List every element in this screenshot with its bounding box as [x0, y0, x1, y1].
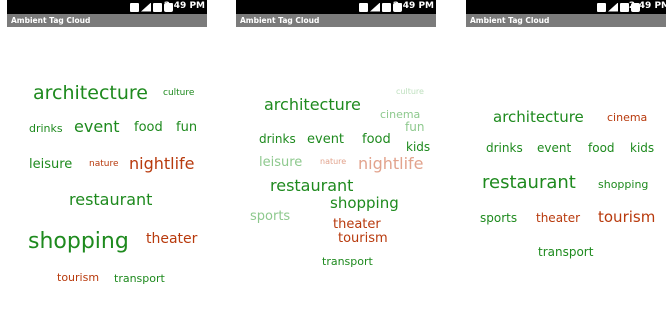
tag-transport[interactable]: transport: [538, 246, 593, 258]
tag-shopping[interactable]: shopping: [598, 179, 648, 190]
phone-screen-1: 2:49 PM Ambient Tag Cloud architecture c…: [7, 0, 207, 318]
tag-restaurant[interactable]: restaurant: [482, 174, 576, 192]
status-bar: 2:49 PM: [7, 0, 207, 14]
tag-culture[interactable]: culture: [396, 88, 424, 96]
tag-event[interactable]: event: [74, 119, 120, 135]
signal-icon: [370, 2, 380, 12]
tag-kids[interactable]: kids: [630, 142, 654, 154]
tag-sports[interactable]: sports: [480, 212, 517, 224]
tag-fun[interactable]: fun: [176, 121, 197, 134]
app-title: Ambient Tag Cloud: [466, 14, 666, 27]
tag-food[interactable]: food: [362, 133, 391, 146]
status-time: 2:49 PM: [392, 1, 434, 11]
tag-architecture[interactable]: architecture: [493, 110, 584, 125]
signal-icon: [141, 2, 151, 12]
network-icon: [620, 2, 629, 12]
signal-icon: [608, 2, 618, 12]
status-time: 2:49 PM: [628, 1, 666, 11]
tag-architecture[interactable]: architecture: [33, 84, 148, 103]
tag-restaurant[interactable]: restaurant: [270, 178, 353, 194]
tag-event[interactable]: event: [537, 142, 571, 154]
sync-icon: [597, 2, 606, 12]
tag-theater[interactable]: theater: [146, 232, 197, 246]
sync-icon: [359, 2, 368, 12]
tag-cloud: architecture culture drinks event food f…: [7, 27, 207, 318]
tag-drinks[interactable]: drinks: [29, 123, 63, 134]
status-time: 2:49 PM: [163, 1, 205, 11]
tag-architecture[interactable]: architecture: [264, 97, 361, 113]
tag-transport[interactable]: transport: [114, 273, 165, 284]
tag-tourism[interactable]: tourism: [338, 232, 388, 245]
sync-icon: [130, 2, 139, 12]
status-bar: 2:49 PM: [466, 0, 666, 14]
tag-drinks[interactable]: drinks: [259, 133, 296, 145]
tag-leisure[interactable]: leisure: [29, 158, 72, 171]
tag-kids[interactable]: kids: [406, 141, 430, 153]
tag-food[interactable]: food: [134, 121, 163, 134]
tag-cloud: culture architecture cinema fun drinks e…: [236, 27, 436, 318]
phone-screen-3: 2:49 PM Ambient Tag Cloud architecture c…: [466, 0, 666, 318]
tag-shopping[interactable]: shopping: [330, 196, 399, 211]
tag-nature[interactable]: nature: [89, 160, 119, 169]
tag-restaurant[interactable]: restaurant: [69, 192, 152, 208]
tag-event[interactable]: event: [307, 133, 344, 146]
tag-nightlife[interactable]: nightlife: [358, 156, 424, 172]
tag-culture[interactable]: culture: [163, 89, 194, 98]
tag-cinema[interactable]: cinema: [380, 109, 420, 120]
tag-drinks[interactable]: drinks: [486, 142, 523, 154]
network-icon: [153, 2, 162, 12]
tag-shopping[interactable]: shopping: [28, 231, 129, 253]
tag-nightlife[interactable]: nightlife: [129, 156, 195, 172]
network-icon: [382, 2, 391, 12]
tag-transport[interactable]: transport: [322, 256, 373, 267]
tag-theater[interactable]: theater: [536, 212, 580, 224]
status-bar: 2:49 PM: [236, 0, 436, 14]
app-title: Ambient Tag Cloud: [236, 14, 436, 27]
phone-screen-2: 2:49 PM Ambient Tag Cloud culture archit…: [236, 0, 436, 318]
app-title: Ambient Tag Cloud: [7, 14, 207, 27]
tag-theater[interactable]: theater: [333, 218, 381, 231]
tag-sports[interactable]: sports: [250, 210, 290, 223]
tag-cloud: architecture cinema drinks event food ki…: [466, 27, 666, 318]
tag-fun[interactable]: fun: [405, 121, 424, 133]
tag-cinema[interactable]: cinema: [607, 112, 647, 123]
tag-tourism[interactable]: tourism: [57, 272, 99, 283]
tag-nature[interactable]: nature: [320, 158, 346, 166]
tag-leisure[interactable]: leisure: [259, 156, 302, 169]
tag-food[interactable]: food: [588, 142, 615, 154]
tag-tourism[interactable]: tourism: [598, 210, 655, 225]
